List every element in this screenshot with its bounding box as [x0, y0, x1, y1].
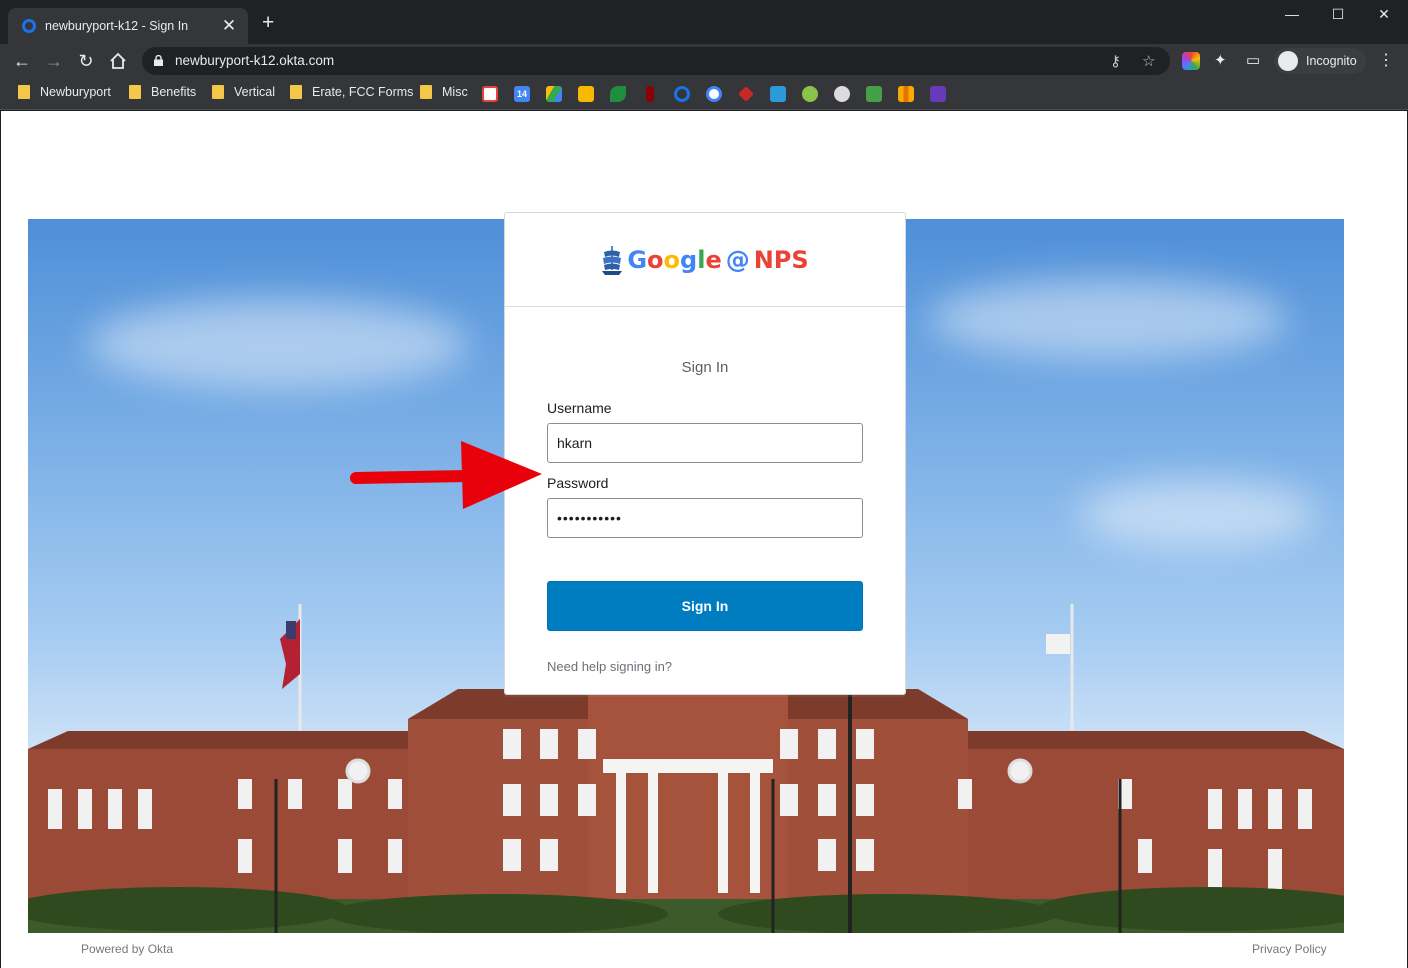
- logo-at: @: [725, 245, 750, 274]
- bookmark-star-icon[interactable]: ☆: [1142, 52, 1155, 70]
- tab-active[interactable]: newburyport-k12 - Sign In ✕: [8, 8, 248, 44]
- google-icon[interactable]: [706, 86, 722, 102]
- folder-icon: [290, 85, 302, 99]
- signin-button[interactable]: Sign In: [547, 581, 863, 631]
- ship-icon: [602, 245, 623, 275]
- bookmark-label: Vertical: [234, 85, 275, 99]
- calendar-icon[interactable]: 14: [514, 86, 530, 102]
- analytics-icon[interactable]: [898, 86, 914, 102]
- classroom-leaf-icon[interactable]: [610, 86, 626, 102]
- bookmark-folder-benefits[interactable]: Benefits: [129, 85, 196, 99]
- incognito-label: Incognito: [1306, 54, 1357, 68]
- okta-icon[interactable]: [674, 86, 690, 102]
- keep-icon[interactable]: [578, 86, 594, 102]
- extensions-puzzle-icon[interactable]: ✦: [1214, 51, 1227, 69]
- forms-list-icon[interactable]: [930, 86, 946, 102]
- bookmark-folder-misc[interactable]: Misc: [420, 85, 468, 99]
- logo-nps: NPS: [753, 245, 809, 274]
- globe-icon[interactable]: [834, 86, 850, 102]
- reload-icon[interactable]: ↻: [74, 49, 98, 73]
- window-close-icon[interactable]: ✕: [1374, 6, 1394, 23]
- incognito-badge[interactable]: Incognito: [1274, 48, 1366, 74]
- signin-card: Google @ NPS Sign In Username Password S…: [504, 212, 906, 695]
- green-p-icon[interactable]: [866, 86, 882, 102]
- menu-kebab-icon[interactable]: ⋮: [1378, 52, 1394, 70]
- toolbar: ← → ↻ newburyport-k12.okta.com ⚷ ☆ ✦ ▭ I…: [0, 44, 1408, 78]
- folder-icon: [212, 85, 224, 99]
- red-bookmark-icon[interactable]: [646, 86, 654, 102]
- tab-title: newburyport-k12 - Sign In: [45, 19, 189, 33]
- address-bar[interactable]: newburyport-k12.okta.com ⚷ ☆: [142, 47, 1170, 75]
- help-signing-in-link[interactable]: Need help signing in?: [547, 659, 672, 674]
- drive-icon[interactable]: [546, 86, 562, 102]
- password-input[interactable]: [547, 498, 863, 538]
- username-label: Username: [547, 400, 612, 416]
- diamond-icon[interactable]: [738, 86, 754, 102]
- layers-icon[interactable]: [770, 86, 786, 102]
- lock-icon: [154, 55, 163, 66]
- logo-google: Google: [627, 245, 722, 274]
- bookmark-folder-vertical[interactable]: Vertical: [212, 85, 275, 99]
- forward-icon[interactable]: →: [42, 49, 66, 73]
- password-label: Password: [547, 475, 609, 491]
- bookmark-label: Newburyport: [40, 85, 111, 99]
- bookmarks-bar: Newburyport Benefits Vertical Erate, FCC…: [0, 78, 1408, 110]
- annotation-arrow-icon: [350, 441, 542, 509]
- powered-by-okta: Powered by Okta: [81, 942, 174, 956]
- okta-page: Google @ NPS Sign In Username Password S…: [0, 111, 1408, 968]
- key-icon[interactable]: ⚷: [1110, 52, 1121, 70]
- folder-icon: [18, 85, 30, 99]
- color-extension-icon[interactable]: [1182, 52, 1200, 70]
- bookmark-folder-erate[interactable]: Erate, FCC Forms: [290, 85, 413, 99]
- incognito-icon: [1278, 51, 1298, 71]
- privacy-policy-link[interactable]: Privacy Policy: [1252, 942, 1327, 956]
- username-input[interactable]: [547, 423, 863, 463]
- gmail-icon[interactable]: [482, 86, 498, 102]
- folder-icon: [129, 85, 141, 99]
- lime-icon[interactable]: [802, 86, 818, 102]
- folder-icon: [420, 85, 432, 99]
- bookmark-label: Misc: [442, 85, 468, 99]
- bookmark-label: Erate, FCC Forms: [312, 85, 414, 99]
- new-tab-button[interactable]: +: [262, 12, 274, 33]
- okta-favicon-icon: [22, 19, 36, 33]
- org-logo: Google @ NPS: [601, 244, 809, 276]
- minimize-icon[interactable]: —: [1282, 6, 1302, 22]
- bookmark-label: Benefits: [151, 85, 197, 99]
- bookmark-folder-newburyport[interactable]: Newburyport: [18, 85, 111, 99]
- maximize-icon[interactable]: ☐: [1328, 6, 1348, 23]
- back-icon[interactable]: ←: [10, 49, 34, 73]
- title-bar: newburyport-k12 - Sign In ✕ + — ☐ ✕: [0, 0, 1408, 44]
- home-icon[interactable]: [106, 49, 130, 73]
- url-text: newburyport-k12.okta.com: [175, 53, 335, 68]
- close-tab-icon[interactable]: ✕: [220, 16, 238, 36]
- cast-icon[interactable]: ▭: [1246, 51, 1260, 69]
- card-header: Google @ NPS: [505, 213, 905, 307]
- signin-title: Sign In: [681, 359, 729, 376]
